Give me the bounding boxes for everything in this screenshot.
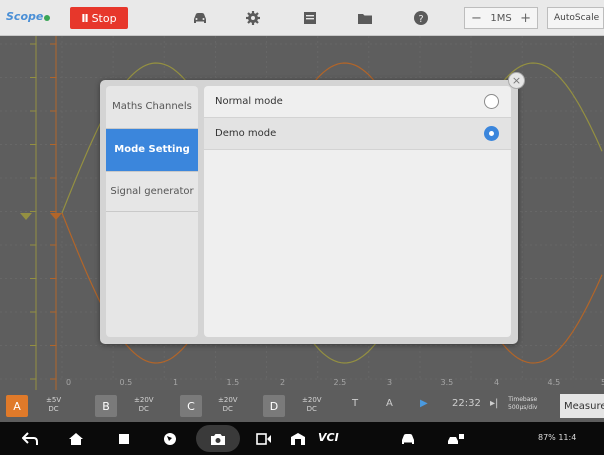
app-status-dot (44, 15, 51, 21)
trigger-type-button[interactable]: T (352, 398, 358, 409)
channel-a-range-value: ±5V (46, 396, 62, 404)
normal-mode-radio[interactable] (484, 94, 499, 109)
timebase-decrease-button[interactable]: − (471, 11, 482, 26)
demo-mode-label: Demo mode (215, 128, 277, 139)
demo-mode-option[interactable]: Demo mode (204, 118, 511, 150)
screen-record-icon[interactable] (254, 430, 274, 448)
channel-c-button[interactable]: C (180, 395, 202, 417)
app-title: Scope (6, 10, 51, 23)
time-readout: 22:32 (452, 398, 481, 409)
system-nav-bar: VCI 87% 11:4 (0, 422, 604, 455)
svg-text:?: ? (418, 14, 423, 25)
channel-b-range[interactable]: ±20V DC (134, 396, 154, 414)
measure-button[interactable]: Measure (560, 394, 604, 418)
camera-icon[interactable] (208, 430, 228, 448)
back-icon[interactable] (20, 430, 40, 448)
mode-setting-panel: Normal mode Demo mode (204, 86, 511, 337)
channel-d-range-value: ±20V (302, 396, 322, 404)
channel-d-coupling: DC (306, 405, 317, 413)
status-indicators: 87% 11:4 (538, 433, 577, 442)
channel-c-range-value: ±20V (218, 396, 238, 404)
service-icon[interactable] (446, 430, 466, 448)
trigger-position-icon[interactable]: ▶ (420, 398, 428, 409)
stop-button[interactable]: II Stop (70, 7, 128, 29)
car-icon[interactable] (190, 8, 210, 28)
channel-d-range[interactable]: ±20V DC (302, 396, 322, 414)
workshop-icon[interactable] (288, 430, 308, 448)
home-icon[interactable] (66, 430, 86, 448)
demo-mode-radio[interactable] (484, 126, 499, 141)
browser-icon[interactable] (160, 430, 180, 448)
channel-d-button[interactable]: D (263, 395, 285, 417)
normal-mode-option[interactable]: Normal mode (204, 86, 511, 118)
trigger-source-button[interactable]: A (386, 398, 393, 409)
close-icon[interactable]: × (508, 72, 525, 89)
vehicle-icon[interactable] (398, 430, 418, 448)
channel-b-range-value: ±20V (134, 396, 154, 404)
autoscale-button[interactable]: AutoScale (547, 7, 604, 29)
help-icon[interactable]: ? (411, 8, 431, 28)
menu-item-mode-setting[interactable]: Mode Setting (106, 129, 198, 172)
vci-status[interactable]: VCI (318, 431, 339, 444)
normal-mode-label: Normal mode (215, 96, 283, 107)
timebase-value-text: 500μs/div (508, 404, 538, 411)
settings-menu: Maths Channels Mode Setting Signal gener… (106, 86, 198, 337)
channel-a-button[interactable]: A (6, 395, 28, 417)
channel-b-coupling: DC (138, 405, 149, 413)
folder-icon[interactable] (355, 8, 375, 28)
channel-b-button[interactable]: B (95, 395, 117, 417)
timebase-value: 1MS (490, 12, 512, 24)
app-title-text: Scope (6, 10, 44, 23)
trigger-end-icon[interactable]: ▸| (490, 398, 498, 409)
top-toolbar: Scope II Stop ? − 1MS + AutoScale (0, 0, 604, 36)
menu-item-maths-channels[interactable]: Maths Channels (106, 86, 198, 129)
channel-c-coupling: DC (222, 405, 233, 413)
timebase-increase-button[interactable]: + (520, 11, 531, 26)
channel-a-coupling: DC (48, 405, 59, 413)
menu-item-signal-generator[interactable]: Signal generator (106, 172, 198, 212)
document-icon[interactable] (300, 8, 320, 28)
channel-bar: A ±5V DC B ±20V DC C ±20V DC D ±20V DC T A ▶… (0, 390, 604, 422)
channel-c-range[interactable]: ±20V DC (218, 396, 238, 414)
timebase-readout[interactable]: Timebase 500μs/div (508, 396, 537, 412)
stop-label: Stop (91, 11, 117, 25)
channel-a-range[interactable]: ±5V DC (46, 396, 61, 414)
recents-icon[interactable] (114, 430, 134, 448)
pause-icon: II (81, 11, 88, 25)
timebase-title: Timebase (508, 396, 538, 403)
timebase-control: − 1MS + (464, 7, 538, 29)
gear-icon[interactable] (243, 8, 263, 28)
